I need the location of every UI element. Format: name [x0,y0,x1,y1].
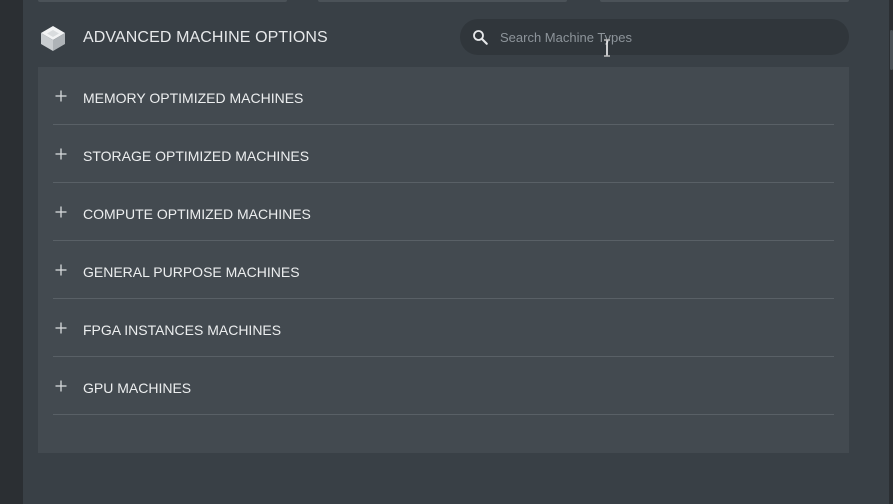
category-gpu[interactable]: GPU MACHINES [53,357,834,415]
section-header: ADVANCED MACHINE OPTIONS [38,22,328,54]
category-storage-optimized[interactable]: STORAGE OPTIMIZED MACHINES [53,125,834,183]
category-label: GPU MACHINES [83,380,192,396]
category-fpga-instances[interactable]: FPGA INSTANCES MACHINES [53,299,834,357]
search-icon[interactable] [471,28,489,46]
machine-category-list: MEMORY OPTIMIZED MACHINES STORAGE OPTIMI… [53,67,834,415]
category-memory-optimized[interactable]: MEMORY OPTIMIZED MACHINES [53,67,834,125]
category-compute-optimized[interactable]: COMPUTE OPTIMIZED MACHINES [53,183,834,241]
category-label: FPGA INSTANCES MACHINES [83,322,282,338]
machine-category-panel: MEMORY OPTIMIZED MACHINES STORAGE OPTIMI… [38,67,849,453]
category-label: COMPUTE OPTIMIZED MACHINES [83,206,311,222]
plus-icon[interactable] [55,380,67,392]
plus-icon[interactable] [55,264,67,276]
category-general-purpose[interactable]: GENERAL PURPOSE MACHINES [53,241,834,299]
category-label: MEMORY OPTIMIZED MACHINES [83,90,304,106]
plus-icon[interactable] [55,322,67,334]
top-card-edge [318,0,567,2]
category-label: STORAGE OPTIMIZED MACHINES [83,148,310,164]
plus-icon[interactable] [55,148,67,160]
search-input[interactable] [500,19,830,55]
cube-icon [41,26,65,51]
text-cursor-icon [604,39,610,57]
plus-icon[interactable] [55,90,67,102]
scrollbar-track[interactable] [889,0,893,504]
category-label: GENERAL PURPOSE MACHINES [83,264,300,280]
plus-icon[interactable] [55,206,67,218]
top-card-edge [600,0,849,2]
search-box[interactable] [460,19,849,55]
top-card-edge [38,0,287,2]
section-title: ADVANCED MACHINE OPTIONS [83,29,328,46]
